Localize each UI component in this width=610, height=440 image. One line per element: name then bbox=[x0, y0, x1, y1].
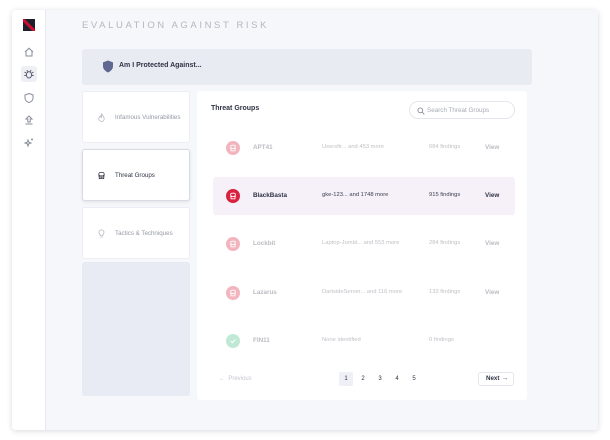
category-threat-groups[interactable]: Threat Groups bbox=[82, 149, 190, 201]
affected-hosts: Laptop-Jumbl... and 553 more bbox=[322, 240, 400, 246]
affected-hosts: Usersfir... and 453 more bbox=[322, 144, 384, 150]
search-box bbox=[409, 101, 515, 119]
page-button-5[interactable]: 5 bbox=[407, 372, 421, 386]
view-link[interactable]: View bbox=[485, 289, 499, 296]
sidebar-rail bbox=[12, 10, 46, 430]
logo bbox=[23, 19, 35, 31]
sparkles-icon[interactable] bbox=[21, 135, 37, 151]
upload-icon[interactable] bbox=[21, 112, 37, 128]
search-input[interactable] bbox=[427, 104, 511, 117]
findings-count: 0 findings bbox=[429, 337, 454, 343]
table-row[interactable]: FIN11 None identified 0 findings bbox=[213, 322, 515, 360]
threat-group-icon bbox=[226, 189, 240, 203]
affected-hosts: DartsideServer... and 116 more bbox=[322, 289, 403, 295]
threat-group-icon bbox=[226, 237, 240, 251]
group-name: Lockbit bbox=[253, 240, 276, 247]
affected-hosts: gke-123... and 1748 more bbox=[322, 192, 389, 198]
threat-group-icon bbox=[98, 171, 105, 180]
threat-groups-panel: Threat Groups APT41 Usersfir... and 453 … bbox=[197, 91, 527, 400]
group-name: BlackBasta bbox=[253, 192, 287, 199]
page-button-2[interactable]: 2 bbox=[356, 372, 370, 386]
arrow-right-icon: → bbox=[501, 375, 508, 382]
table-row[interactable]: APT41 Usersfir... and 453 more 684 findi… bbox=[213, 129, 515, 167]
findings-count: 132 findings bbox=[429, 289, 461, 295]
page-button-1[interactable]: 1 bbox=[339, 372, 353, 386]
home-icon[interactable] bbox=[21, 44, 37, 60]
group-name: Lazarus bbox=[253, 289, 277, 296]
previous-button[interactable]: ← Previous bbox=[219, 376, 252, 382]
banner-title: Am I Protected Against... bbox=[119, 62, 202, 69]
page-button-4[interactable]: 4 bbox=[390, 372, 404, 386]
next-button[interactable]: Next → bbox=[478, 372, 514, 386]
search-icon bbox=[417, 107, 425, 115]
page-button-3[interactable]: 3 bbox=[373, 372, 387, 386]
previous-label: Previous bbox=[228, 376, 252, 382]
check-icon bbox=[226, 334, 240, 348]
empty-placeholder-card bbox=[82, 262, 190, 396]
category-infamous-vulnerabilities[interactable]: Infamous Vulnerabilities bbox=[82, 91, 190, 143]
protection-banner: Am I Protected Against... bbox=[82, 49, 532, 85]
category-label: Infamous Vulnerabilities bbox=[115, 114, 181, 121]
app-window: EVALUATION AGAINST RISK Am I Protected A… bbox=[12, 10, 598, 430]
threat-group-icon bbox=[226, 286, 240, 300]
findings-count: 915 findings bbox=[429, 192, 461, 198]
shield-icon bbox=[103, 60, 113, 73]
category-tactics-techniques[interactable]: Tactics & Techniques bbox=[82, 207, 190, 259]
table-row[interactable]: Lockbit Laptop-Jumbl... and 553 more 284… bbox=[213, 225, 515, 263]
view-link[interactable]: View bbox=[485, 192, 499, 199]
findings-count: 684 findings bbox=[429, 144, 461, 150]
view-link[interactable]: View bbox=[485, 240, 499, 247]
table-row[interactable]: BlackBasta gke-123... and 1748 more 915 … bbox=[213, 177, 515, 215]
arrow-left-icon: ← bbox=[219, 376, 225, 382]
table-row[interactable]: Lazarus DartsideServer... and 116 more 1… bbox=[213, 274, 515, 312]
lightbulb-icon bbox=[98, 229, 105, 238]
panel-title: Threat Groups bbox=[211, 105, 260, 112]
category-label: Tactics & Techniques bbox=[115, 230, 173, 237]
category-label: Threat Groups bbox=[115, 172, 155, 179]
group-name: APT41 bbox=[253, 144, 273, 151]
findings-count: 284 findings bbox=[429, 240, 461, 246]
next-label: Next bbox=[486, 375, 500, 382]
page-title: EVALUATION AGAINST RISK bbox=[82, 20, 270, 31]
flame-icon bbox=[98, 113, 105, 122]
threat-group-icon bbox=[226, 141, 240, 155]
affected-hosts: None identified bbox=[322, 337, 361, 343]
view-link[interactable]: View bbox=[485, 144, 499, 151]
bug-icon[interactable] bbox=[21, 66, 37, 82]
group-name: FIN11 bbox=[253, 337, 270, 344]
shield-icon[interactable] bbox=[21, 90, 37, 106]
